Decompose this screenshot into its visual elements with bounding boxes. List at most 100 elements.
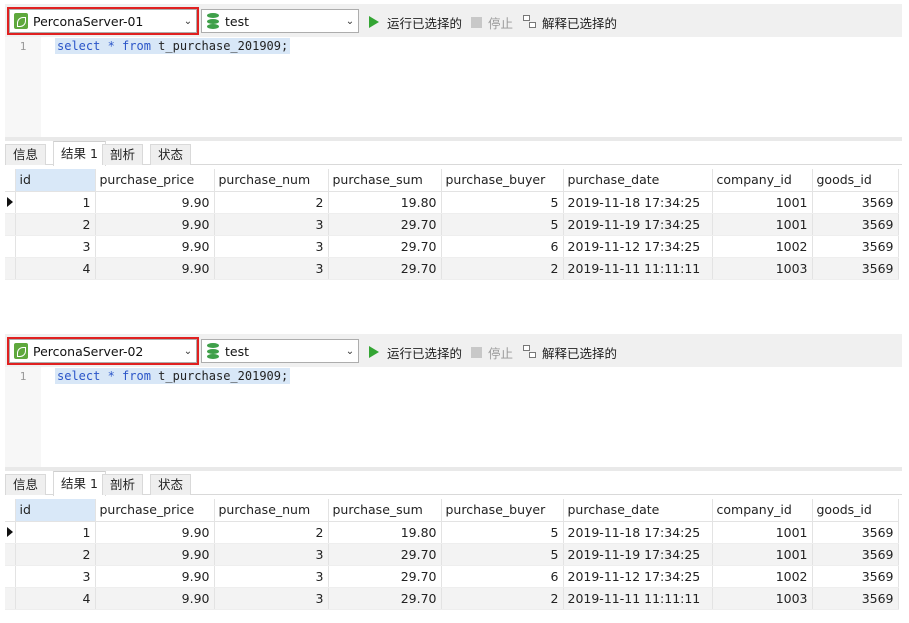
connection-select[interactable]: PerconaServer-02 ⌄ [7, 337, 199, 365]
cell-purchase-num[interactable]: 3 [214, 257, 329, 280]
run-selected-button[interactable]: 运行已选择的 [369, 13, 462, 31]
cell-purchase-date[interactable]: 2019-11-18 17:34:25 [563, 521, 713, 544]
table-row[interactable]: 1 9.90 2 19.80 5 2019-11-18 17:34:25 100… [5, 191, 899, 214]
cell-goods-id[interactable]: 3569 [812, 213, 899, 236]
column-header-purchase-date[interactable]: purchase_date [563, 499, 713, 522]
cell-company-id[interactable]: 1003 [712, 587, 813, 610]
tab-status[interactable]: 状态 [150, 474, 192, 495]
cell-goods-id[interactable]: 3569 [812, 521, 899, 544]
cell-purchase-sum[interactable]: 29.70 [328, 543, 442, 566]
run-selected-button[interactable]: 运行已选择的 [369, 343, 462, 361]
column-header-goods-id[interactable]: goods_id [812, 499, 899, 522]
table-row[interactable]: 3 9.90 3 29.70 6 2019-11-12 17:34:25 100… [5, 565, 899, 588]
table-row[interactable]: 2 9.90 3 29.70 5 2019-11-19 17:34:25 100… [5, 543, 899, 566]
tab-result-1[interactable]: 结果 1 [53, 471, 106, 496]
column-header-purchase-buyer[interactable]: purchase_buyer [441, 499, 564, 522]
table-row[interactable]: 4 9.90 3 29.70 2 2019-11-11 11:11:11 100… [5, 257, 899, 280]
tab-info[interactable]: 信息 [5, 474, 47, 495]
column-header-purchase-sum[interactable]: purchase_sum [328, 169, 442, 192]
cell-purchase-buyer[interactable]: 6 [441, 565, 564, 588]
table-row[interactable]: 4 9.90 3 29.70 2 2019-11-11 11:11:11 100… [5, 587, 899, 610]
cell-purchase-price[interactable]: 9.90 [95, 235, 215, 258]
cell-purchase-num[interactable]: 3 [214, 587, 329, 610]
cell-goods-id[interactable]: 3569 [812, 543, 899, 566]
cell-purchase-date[interactable]: 2019-11-12 17:34:25 [563, 235, 713, 258]
column-header-purchase-price[interactable]: purchase_price [95, 499, 215, 522]
row-header[interactable] [5, 257, 16, 280]
cell-purchase-price[interactable]: 9.90 [95, 257, 215, 280]
row-header[interactable] [5, 521, 16, 544]
cell-goods-id[interactable]: 3569 [812, 257, 899, 280]
cell-purchase-price[interactable]: 9.90 [95, 191, 215, 214]
cell-goods-id[interactable]: 3569 [812, 235, 899, 258]
cell-id[interactable]: 3 [15, 565, 96, 588]
cell-company-id[interactable]: 1002 [712, 235, 813, 258]
cell-goods-id[interactable]: 3569 [812, 587, 899, 610]
sql-editor[interactable]: 1 select * from t_purchase_201909; [5, 37, 902, 137]
cell-purchase-date[interactable]: 2019-11-11 11:11:11 [563, 587, 713, 610]
cell-id[interactable]: 1 [15, 191, 96, 214]
database-select[interactable]: test ⌄ [201, 9, 359, 33]
cell-purchase-num[interactable]: 3 [214, 213, 329, 236]
cell-purchase-date[interactable]: 2019-11-19 17:34:25 [563, 543, 713, 566]
column-header-purchase-price[interactable]: purchase_price [95, 169, 215, 192]
row-header[interactable] [5, 587, 16, 610]
row-header[interactable] [5, 191, 16, 214]
row-header[interactable] [5, 565, 16, 588]
cell-purchase-num[interactable]: 3 [214, 543, 329, 566]
cell-id[interactable]: 1 [15, 521, 96, 544]
column-header-id[interactable]: id [15, 169, 96, 192]
cell-purchase-price[interactable]: 9.90 [95, 565, 215, 588]
cell-company-id[interactable]: 1001 [712, 521, 813, 544]
column-header-id[interactable]: id [15, 499, 96, 522]
cell-purchase-num[interactable]: 2 [214, 521, 329, 544]
column-header-purchase-num[interactable]: purchase_num [214, 169, 329, 192]
cell-purchase-price[interactable]: 9.90 [95, 213, 215, 236]
table-row[interactable]: 3 9.90 3 29.70 6 2019-11-12 17:34:25 100… [5, 235, 899, 258]
cell-purchase-sum[interactable]: 19.80 [328, 191, 442, 214]
cell-id[interactable]: 4 [15, 587, 96, 610]
column-header-purchase-buyer[interactable]: purchase_buyer [441, 169, 564, 192]
cell-purchase-buyer[interactable]: 5 [441, 213, 564, 236]
row-header[interactable] [5, 213, 16, 236]
connection-select[interactable]: PerconaServer-01 ⌄ [7, 7, 199, 35]
column-header-company-id[interactable]: company_id [712, 499, 813, 522]
stop-button[interactable]: 停止 [471, 13, 513, 31]
stop-button[interactable]: 停止 [471, 343, 513, 361]
cell-company-id[interactable]: 1003 [712, 257, 813, 280]
cell-purchase-sum[interactable]: 29.70 [328, 257, 442, 280]
column-header-purchase-date[interactable]: purchase_date [563, 169, 713, 192]
cell-id[interactable]: 3 [15, 235, 96, 258]
cell-purchase-date[interactable]: 2019-11-11 11:11:11 [563, 257, 713, 280]
cell-purchase-date[interactable]: 2019-11-18 17:34:25 [563, 191, 713, 214]
sql-editor[interactable]: 1 select * from t_purchase_201909; [5, 367, 902, 467]
cell-purchase-num[interactable]: 3 [214, 235, 329, 258]
cell-id[interactable]: 2 [15, 213, 96, 236]
cell-company-id[interactable]: 1001 [712, 213, 813, 236]
tab-result-1[interactable]: 结果 1 [53, 141, 106, 166]
column-header-purchase-sum[interactable]: purchase_sum [328, 499, 442, 522]
sql-code-line[interactable]: select * from t_purchase_201909; [55, 38, 291, 54]
cell-purchase-buyer[interactable]: 5 [441, 521, 564, 544]
column-header-company-id[interactable]: company_id [712, 169, 813, 192]
cell-purchase-price[interactable]: 9.90 [95, 587, 215, 610]
database-select[interactable]: test ⌄ [201, 339, 359, 363]
cell-purchase-sum[interactable]: 29.70 [328, 587, 442, 610]
cell-purchase-num[interactable]: 3 [214, 565, 329, 588]
cell-purchase-buyer[interactable]: 2 [441, 257, 564, 280]
tab-status[interactable]: 状态 [150, 144, 192, 165]
cell-purchase-date[interactable]: 2019-11-19 17:34:25 [563, 213, 713, 236]
sql-code-line[interactable]: select * from t_purchase_201909; [55, 368, 291, 384]
cell-purchase-buyer[interactable]: 5 [441, 543, 564, 566]
cell-purchase-sum[interactable]: 29.70 [328, 565, 442, 588]
cell-purchase-price[interactable]: 9.90 [95, 543, 215, 566]
cell-company-id[interactable]: 1001 [712, 191, 813, 214]
table-row[interactable]: 1 9.90 2 19.80 5 2019-11-18 17:34:25 100… [5, 521, 899, 544]
tab-profile[interactable]: 剖析 [102, 474, 144, 495]
cell-goods-id[interactable]: 3569 [812, 565, 899, 588]
cell-id[interactable]: 4 [15, 257, 96, 280]
cell-purchase-date[interactable]: 2019-11-12 17:34:25 [563, 565, 713, 588]
cell-purchase-buyer[interactable]: 6 [441, 235, 564, 258]
cell-id[interactable]: 2 [15, 543, 96, 566]
explain-selected-button[interactable]: 解释已选择的 [523, 343, 617, 361]
